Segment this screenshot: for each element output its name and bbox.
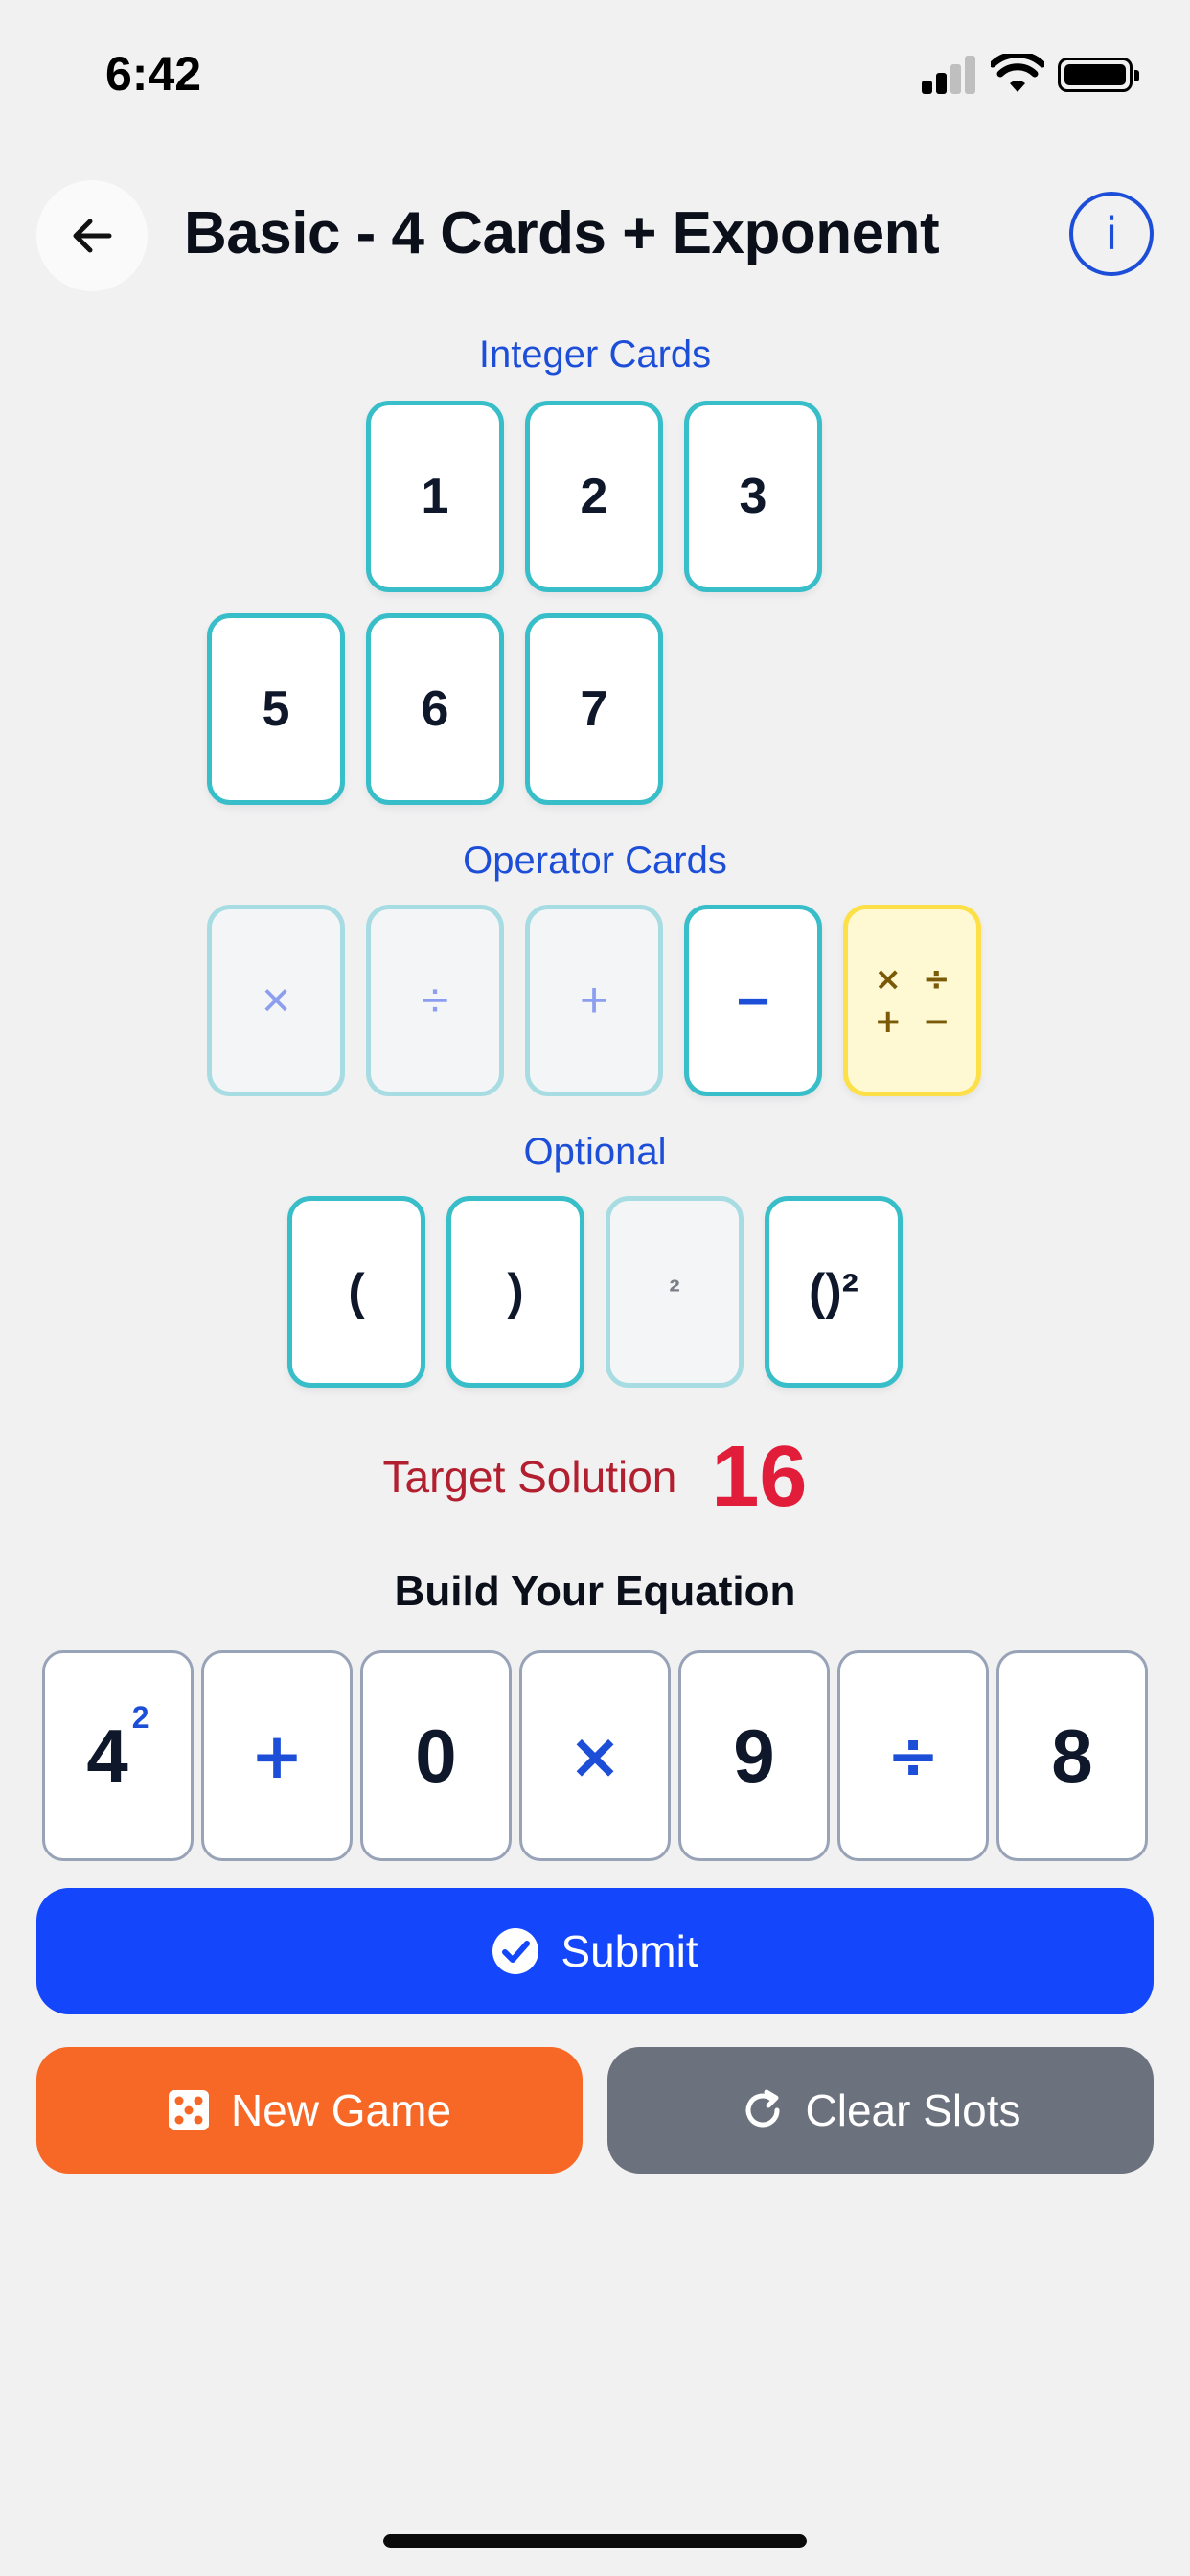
optional-card-close-paren[interactable]: ) <box>446 1196 584 1388</box>
info-button[interactable]: i <box>1069 192 1154 276</box>
check-circle-icon <box>492 1928 539 1974</box>
equation-slot[interactable]: 8 <box>996 1650 1148 1861</box>
operator-cards-label: Operator Cards <box>463 840 727 882</box>
new-game-label: New Game <box>230 2085 452 2135</box>
battery-icon <box>1058 58 1139 92</box>
equation-slot[interactable]: ÷ <box>837 1650 989 1861</box>
equation-slot[interactable]: 42 <box>42 1650 194 1861</box>
status-bar: 6:42 <box>0 0 1190 144</box>
submit-label: Submit <box>561 1926 698 1976</box>
operator-card-multiply[interactable]: × <box>207 905 345 1096</box>
operator-wildcard-symbols: × ÷ + − <box>875 960 950 1041</box>
integer-card[interactable]: 3 <box>684 401 822 592</box>
target-solution-label: Target Solution <box>382 1452 677 1502</box>
optional-card-open-paren[interactable]: ( <box>287 1196 425 1388</box>
integer-card[interactable]: 5 <box>207 613 345 805</box>
clear-slots-label: Clear Slots <box>805 2085 1021 2135</box>
optional-card-exponent[interactable]: ² <box>606 1196 744 1388</box>
operator-card-wildcard[interactable]: × ÷ + − <box>843 905 981 1096</box>
minus-symbol: − <box>923 1002 950 1041</box>
equation-slot[interactable]: + <box>201 1650 353 1861</box>
target-solution-value: 16 <box>711 1429 808 1525</box>
home-indicator <box>383 2534 807 2548</box>
dice-icon <box>168 2090 209 2130</box>
wifi-icon <box>991 54 1044 92</box>
integer-card[interactable]: 7 <box>525 613 663 805</box>
divide-symbol: ÷ <box>923 960 950 999</box>
integer-card[interactable]: 2 <box>525 401 663 592</box>
new-game-button[interactable]: New Game <box>36 2047 583 2174</box>
target-solution: Target Solution 16 <box>0 1434 1190 1520</box>
info-icon: i <box>1105 208 1118 260</box>
equation-slot[interactable]: × <box>519 1650 671 1861</box>
optional-cards-label: Optional <box>523 1131 667 1173</box>
cellular-signal-icon <box>922 56 975 94</box>
plus-symbol: + <box>874 1002 903 1041</box>
integer-card[interactable]: 1 <box>366 401 504 592</box>
submit-button[interactable]: Submit <box>36 1888 1154 2014</box>
integer-cards-label: Integer Cards <box>478 334 712 376</box>
operator-card-minus[interactable]: − <box>684 905 822 1096</box>
operator-card-plus[interactable]: + <box>525 905 663 1096</box>
arrow-left-icon <box>73 218 112 253</box>
build-equation-label: Build Your Equation <box>394 1568 796 1615</box>
slot-exponent: 2 <box>131 1699 149 1735</box>
operator-card-divide[interactable]: ÷ <box>366 905 504 1096</box>
clear-slots-button[interactable]: Clear Slots <box>607 2047 1154 2174</box>
refresh-icon <box>745 2089 780 2128</box>
page-title: Basic - 4 Cards + Exponent <box>184 200 940 266</box>
status-time: 6:42 <box>105 47 202 101</box>
slot-value: 4 <box>86 1713 128 1798</box>
multiply-symbol: × <box>874 960 903 999</box>
equation-slot[interactable]: 9 <box>678 1650 830 1861</box>
optional-card-paren-exponent[interactable]: ()² <box>765 1196 903 1388</box>
back-button[interactable] <box>36 180 148 291</box>
integer-card[interactable]: 6 <box>366 613 504 805</box>
equation-slot[interactable]: 0 <box>360 1650 512 1861</box>
